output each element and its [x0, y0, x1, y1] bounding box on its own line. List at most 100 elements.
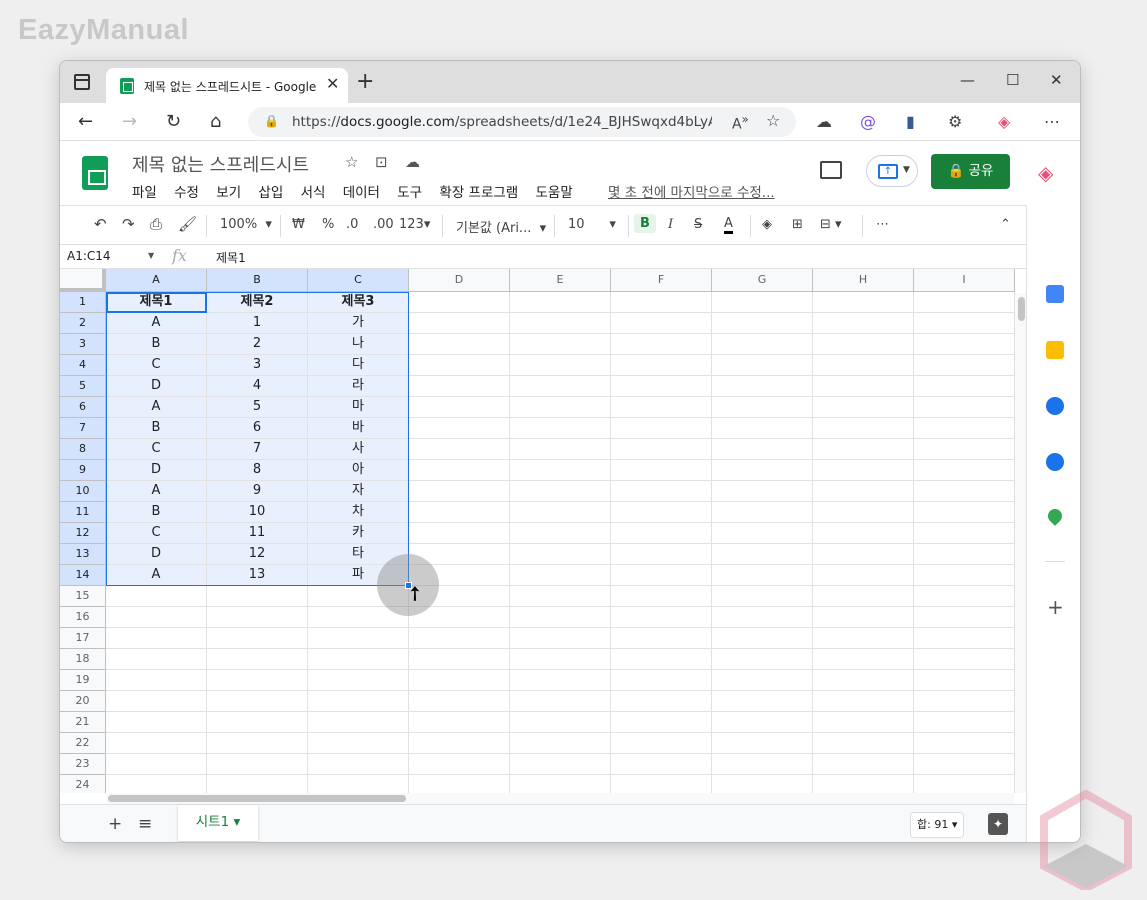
cell-i6[interactable] [914, 397, 1015, 418]
decrease-decimal-button[interactable]: .0 [346, 217, 358, 232]
cell-b2[interactable]: 1 [207, 313, 308, 334]
row-header-1[interactable]: 1 [60, 292, 106, 313]
cell-i21[interactable] [914, 712, 1015, 733]
cell-a23[interactable] [106, 754, 207, 775]
sheets-logo-icon[interactable] [82, 156, 108, 190]
cell-a14[interactable]: A [106, 565, 207, 586]
cell-i24[interactable] [914, 775, 1015, 793]
cell-b18[interactable] [207, 649, 308, 670]
cell-b20[interactable] [207, 691, 308, 712]
cell-f17[interactable] [611, 628, 712, 649]
fill-color-icon[interactable]: ◈ [762, 217, 772, 232]
cell-c4[interactable]: 다 [308, 355, 409, 376]
vertical-scrollbar[interactable] [1014, 293, 1026, 793]
cell-i4[interactable] [914, 355, 1015, 376]
cell-a7[interactable]: B [106, 418, 207, 439]
reload-icon[interactable]: ↻ [166, 111, 181, 132]
maximize-icon[interactable]: ☐ [1006, 71, 1019, 89]
cell-g12[interactable] [712, 523, 813, 544]
increase-decimal-button[interactable]: .00 [373, 217, 394, 232]
cell-e21[interactable] [510, 712, 611, 733]
sheet-tab[interactable]: 시트1 ▾ [178, 805, 258, 841]
cell-i20[interactable] [914, 691, 1015, 712]
row-header-19[interactable]: 19 [60, 670, 106, 691]
cell-e13[interactable] [510, 544, 611, 565]
cell-c9[interactable]: 아 [308, 460, 409, 481]
cell-c18[interactable] [308, 649, 409, 670]
cell-c11[interactable]: 차 [308, 502, 409, 523]
calendar-icon[interactable] [1046, 285, 1064, 303]
cell-d1[interactable] [409, 292, 510, 313]
cell-a1[interactable]: 제목1 [106, 292, 207, 313]
cell-i8[interactable] [914, 439, 1015, 460]
select-all-corner[interactable] [60, 269, 106, 292]
cell-b12[interactable]: 11 [207, 523, 308, 544]
cell-c19[interactable] [308, 670, 409, 691]
cell-d6[interactable] [409, 397, 510, 418]
cell-i11[interactable] [914, 502, 1015, 523]
cell-d12[interactable] [409, 523, 510, 544]
browser-tab-active[interactable]: 제목 없는 스프레드시트 - Google ✕ [106, 68, 348, 103]
row-header-14[interactable]: 14 [60, 565, 106, 586]
row-header-11[interactable]: 11 [60, 502, 106, 523]
font-family-select[interactable]: 기본값 (Ari... ▾ [456, 217, 546, 236]
cell-h22[interactable] [813, 733, 914, 754]
cell-c21[interactable] [308, 712, 409, 733]
bold-button[interactable]: B [634, 214, 656, 233]
menu-view[interactable]: 보기 [216, 185, 241, 201]
cloud-status-icon[interactable]: ☁ [405, 153, 420, 171]
cell-h6[interactable] [813, 397, 914, 418]
column-header-b[interactable]: B [207, 269, 308, 292]
cell-d21[interactable] [409, 712, 510, 733]
row-header-2[interactable]: 2 [60, 313, 106, 334]
extension-bars-icon[interactable]: ▮ [906, 112, 915, 131]
row-header-5[interactable]: 5 [60, 376, 106, 397]
cell-c22[interactable] [308, 733, 409, 754]
cell-g14[interactable] [712, 565, 813, 586]
cell-h12[interactable] [813, 523, 914, 544]
cell-b15[interactable] [207, 586, 308, 607]
window-close-icon[interactable]: ✕ [1050, 71, 1063, 89]
cell-e2[interactable] [510, 313, 611, 334]
comments-icon[interactable] [820, 161, 842, 179]
cell-h13[interactable] [813, 544, 914, 565]
cell-e10[interactable] [510, 481, 611, 502]
cell-d20[interactable] [409, 691, 510, 712]
read-aloud-icon[interactable]: A» [732, 112, 749, 133]
cell-f3[interactable] [611, 334, 712, 355]
row-header-22[interactable]: 22 [60, 733, 106, 754]
cell-i23[interactable] [914, 754, 1015, 775]
cell-g7[interactable] [712, 418, 813, 439]
cell-g3[interactable] [712, 334, 813, 355]
cell-a8[interactable]: C [106, 439, 207, 460]
cell-f9[interactable] [611, 460, 712, 481]
cell-b16[interactable] [207, 607, 308, 628]
cell-c6[interactable]: 마 [308, 397, 409, 418]
cell-b6[interactable]: 5 [207, 397, 308, 418]
cell-e17[interactable] [510, 628, 611, 649]
horizontal-scroll-thumb[interactable] [108, 795, 406, 802]
row-header-24[interactable]: 24 [60, 775, 106, 793]
cell-i16[interactable] [914, 607, 1015, 628]
row-header-20[interactable]: 20 [60, 691, 106, 712]
cell-b22[interactable] [207, 733, 308, 754]
cell-a3[interactable]: B [106, 334, 207, 355]
row-header-6[interactable]: 6 [60, 397, 106, 418]
cell-d9[interactable] [409, 460, 510, 481]
cell-h1[interactable] [813, 292, 914, 313]
forward-arrow-icon[interactable]: → [122, 111, 137, 132]
cell-e20[interactable] [510, 691, 611, 712]
cell-c23[interactable] [308, 754, 409, 775]
cell-g8[interactable] [712, 439, 813, 460]
cell-b5[interactable]: 4 [207, 376, 308, 397]
more-tools-icon[interactable]: ⋯ [876, 217, 889, 232]
add-sheet-icon[interactable]: + [108, 814, 122, 834]
row-header-10[interactable]: 10 [60, 481, 106, 502]
cell-a5[interactable]: D [106, 376, 207, 397]
cell-e5[interactable] [510, 376, 611, 397]
cell-b19[interactable] [207, 670, 308, 691]
column-header-h[interactable]: H [813, 269, 914, 292]
cell-i1[interactable] [914, 292, 1015, 313]
cell-i14[interactable] [914, 565, 1015, 586]
cell-i22[interactable] [914, 733, 1015, 754]
